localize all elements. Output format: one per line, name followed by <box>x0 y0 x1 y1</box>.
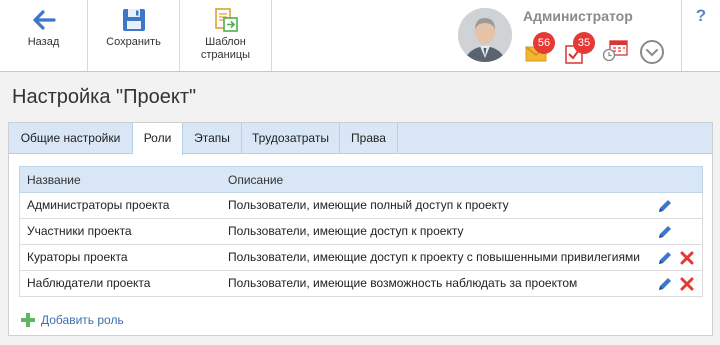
tab-roles[interactable]: Роли <box>133 123 183 155</box>
role-description: Пользователи, имеющие доступ к проекту с… <box>228 250 640 264</box>
page-template-label-line2: страницы <box>200 49 251 61</box>
column-header-description[interactable]: Описание <box>228 167 283 193</box>
table-row[interactable]: Администраторы проекта Пользователи, име… <box>19 193 703 219</box>
page-template-label-line1: Шаблон <box>205 36 246 48</box>
arrow-left-icon <box>32 10 56 30</box>
page-title: Настройка "Проект" <box>12 86 197 108</box>
messages-badge: 56 <box>533 32 555 54</box>
toolbar-divider <box>271 0 272 71</box>
role-description: Пользователи, имеющие возможность наблюд… <box>228 276 578 290</box>
page-template-button[interactable]: Шаблон страницы <box>180 0 271 71</box>
add-role-label: Добавить роль <box>41 313 124 327</box>
table-header: Название Описание <box>19 166 703 193</box>
role-name: Наблюдатели проекта <box>27 276 151 290</box>
user-name[interactable]: Администратор <box>523 8 633 24</box>
back-button[interactable]: Назад <box>0 0 88 71</box>
user-photo <box>458 8 512 62</box>
plus-icon <box>21 313 35 327</box>
messages-button[interactable]: 56 <box>523 32 555 64</box>
avatar[interactable] <box>458 8 512 62</box>
settings-panel: Общие настройки Роли Этапы Трудозатраты … <box>8 122 713 336</box>
pencil-icon[interactable] <box>657 198 673 214</box>
table-row[interactable]: Кураторы проекта Пользователи, имеющие д… <box>19 245 703 271</box>
user-menu-button[interactable] <box>640 40 664 64</box>
save-button[interactable]: Сохранить <box>88 0 180 71</box>
back-button-label: Назад <box>27 36 60 48</box>
tasks-button[interactable]: 35 <box>563 32 595 64</box>
tasks-badge: 35 <box>573 32 595 54</box>
pencil-icon[interactable] <box>657 276 673 292</box>
role-description: Пользователи, имеющие доступ к проекту <box>228 224 464 238</box>
calendar-clock-icon <box>602 40 628 62</box>
delete-x-icon[interactable] <box>679 250 695 266</box>
tab-labor-costs[interactable]: Трудозатраты <box>242 123 340 154</box>
role-name: Администраторы проекта <box>27 198 170 212</box>
help-icon: ? <box>695 6 707 25</box>
tab-general-settings[interactable]: Общие настройки <box>9 123 133 154</box>
pencil-icon[interactable] <box>657 250 673 266</box>
table-row[interactable]: Участники проекта Пользователи, имеющие … <box>19 219 703 245</box>
calendar-button[interactable] <box>602 36 630 64</box>
pencil-icon[interactable] <box>657 224 673 240</box>
role-description: Пользователи, имеющие полный доступ к пр… <box>228 198 509 212</box>
save-button-label: Сохранить <box>106 36 161 48</box>
column-header-name[interactable]: Название <box>27 167 81 193</box>
top-toolbar: Назад Сохранить Шаблон страницы Админист… <box>0 0 720 72</box>
floppy-disk-icon <box>122 9 145 31</box>
role-name: Кураторы проекта <box>27 250 128 264</box>
chevron-down-icon <box>646 49 658 57</box>
tab-bar: Общие настройки Роли Этапы Трудозатраты … <box>9 123 712 155</box>
table-row[interactable]: Наблюдатели проекта Пользователи, имеющи… <box>19 271 703 297</box>
help-button[interactable]: ? <box>681 0 720 71</box>
delete-x-icon[interactable] <box>679 276 695 292</box>
role-name: Участники проекта <box>27 224 132 238</box>
page-template-icon <box>214 8 238 32</box>
tab-permissions[interactable]: Права <box>340 123 398 154</box>
page-template-label: Шаблон страницы <box>180 36 271 62</box>
tab-stages[interactable]: Этапы <box>183 123 242 154</box>
